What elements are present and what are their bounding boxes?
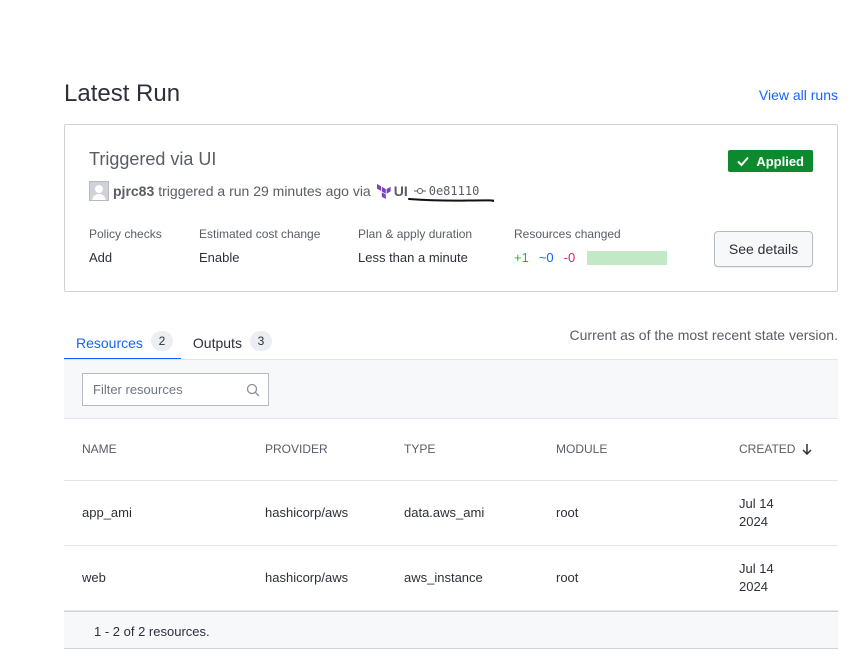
- created-date: Jul 14: [739, 560, 774, 576]
- workspace-overview: Latest Run View all runs Triggered via U…: [0, 0, 863, 656]
- tab-resources-count: 2: [150, 331, 173, 351]
- see-details-button[interactable]: See details: [714, 231, 813, 267]
- pagination-summary: 1 - 2 of 2 resources.: [64, 610, 838, 649]
- cost-estimate-label: Estimated cost change: [199, 227, 321, 241]
- page-title: Latest Run: [64, 80, 181, 107]
- created-year: 2024: [739, 578, 768, 594]
- view-all-runs-link[interactable]: View all runs: [759, 87, 838, 103]
- duration-value: Less than a minute: [358, 250, 468, 265]
- change-bar: [587, 250, 668, 265]
- resource-provider: hashicorp/aws: [247, 480, 386, 546]
- status-badge-label: Applied: [756, 153, 804, 169]
- terraform-icon: [376, 183, 391, 199]
- tab-resources[interactable]: Resources 2: [64, 331, 181, 361]
- resource-name: app_ami: [64, 480, 247, 546]
- filter-bar: [64, 359, 838, 419]
- latest-run-card: Triggered via UI Applied pjrc83 triggere…: [64, 124, 838, 292]
- run-action-text: triggered a run 29 minutes ago via: [158, 183, 371, 199]
- created-date: Jul 14: [739, 495, 774, 511]
- check-icon: [737, 156, 750, 167]
- table-row[interactable]: app_ami hashicorp/aws data.aws_ami root …: [64, 480, 838, 546]
- resources-panel: NAME PROVIDER TYPE MODULE CREATED: [64, 359, 838, 649]
- column-header-module[interactable]: MODULE: [538, 419, 721, 481]
- run-title: Triggered via UI: [89, 149, 217, 169]
- state-note: Current as of the most recent state vers…: [569, 327, 838, 343]
- run-stats: Policy checks Add Estimated cost change …: [89, 227, 668, 265]
- resource-change-counts: +1 ~0 -0: [514, 250, 668, 265]
- resource-type: aws_instance: [386, 545, 538, 611]
- cost-estimate-value: Enable: [199, 250, 240, 265]
- table-row[interactable]: web hashicorp/aws aws_instance root Jul …: [64, 545, 838, 611]
- column-header-provider[interactable]: PROVIDER: [247, 419, 386, 481]
- annotation-underline: [408, 198, 494, 202]
- column-header-created[interactable]: CREATED: [721, 419, 838, 481]
- commit-link[interactable]: 0e81110: [413, 184, 480, 198]
- table-header-row: NAME PROVIDER TYPE MODULE CREATED: [64, 419, 838, 481]
- run-source: UI: [393, 183, 408, 199]
- sort-down-arrow-icon: [802, 444, 812, 456]
- resource-type: data.aws_ami: [386, 480, 538, 546]
- commit-sha: 0e81110: [428, 184, 480, 198]
- changed-count: ~0: [538, 250, 554, 265]
- username[interactable]: pjrc83: [113, 183, 154, 199]
- column-header-created-label: CREATED: [739, 442, 796, 457]
- tab-resources-label: Resources: [76, 335, 143, 351]
- tab-outputs[interactable]: Outputs 3: [181, 331, 280, 359]
- added-count: +1: [514, 250, 529, 265]
- tab-outputs-label: Outputs: [192, 335, 242, 351]
- resource-created: Jul 14 2024: [721, 480, 838, 546]
- column-header-name[interactable]: NAME: [64, 419, 247, 481]
- status-badge: Applied: [728, 150, 813, 172]
- filter-field: [82, 373, 269, 406]
- tab-outputs-count: 3: [249, 331, 272, 351]
- resources-changed-stat: Resources changed +1 ~0 -0: [514, 227, 668, 265]
- cost-estimate-stat: Estimated cost change Enable: [199, 227, 358, 265]
- policy-checks-stat: Policy checks Add: [89, 227, 199, 265]
- duration-label: Plan & apply duration: [358, 227, 473, 241]
- duration-stat: Plan & apply duration Less than a minute: [358, 227, 514, 265]
- destroyed-count: -0: [563, 250, 576, 265]
- column-header-type[interactable]: TYPE: [386, 419, 538, 481]
- commit-icon: [413, 188, 426, 194]
- resources-table: NAME PROVIDER TYPE MODULE CREATED app_am…: [64, 419, 838, 611]
- resource-module: root: [538, 480, 721, 546]
- policy-checks-label: Policy checks: [89, 227, 162, 241]
- avatar: [89, 181, 109, 201]
- resource-name: web: [64, 545, 247, 611]
- resource-provider: hashicorp/aws: [247, 545, 386, 611]
- created-year: 2024: [739, 513, 768, 529]
- resource-module: root: [538, 545, 721, 611]
- search-icon: [246, 383, 260, 396]
- resources-changed-label: Resources changed: [514, 227, 621, 241]
- resource-created: Jul 14 2024: [721, 545, 838, 611]
- resource-tabs: Resources 2 Outputs 3: [64, 331, 280, 361]
- filter-resources-input[interactable]: [91, 381, 246, 398]
- policy-checks-value: Add: [89, 250, 113, 265]
